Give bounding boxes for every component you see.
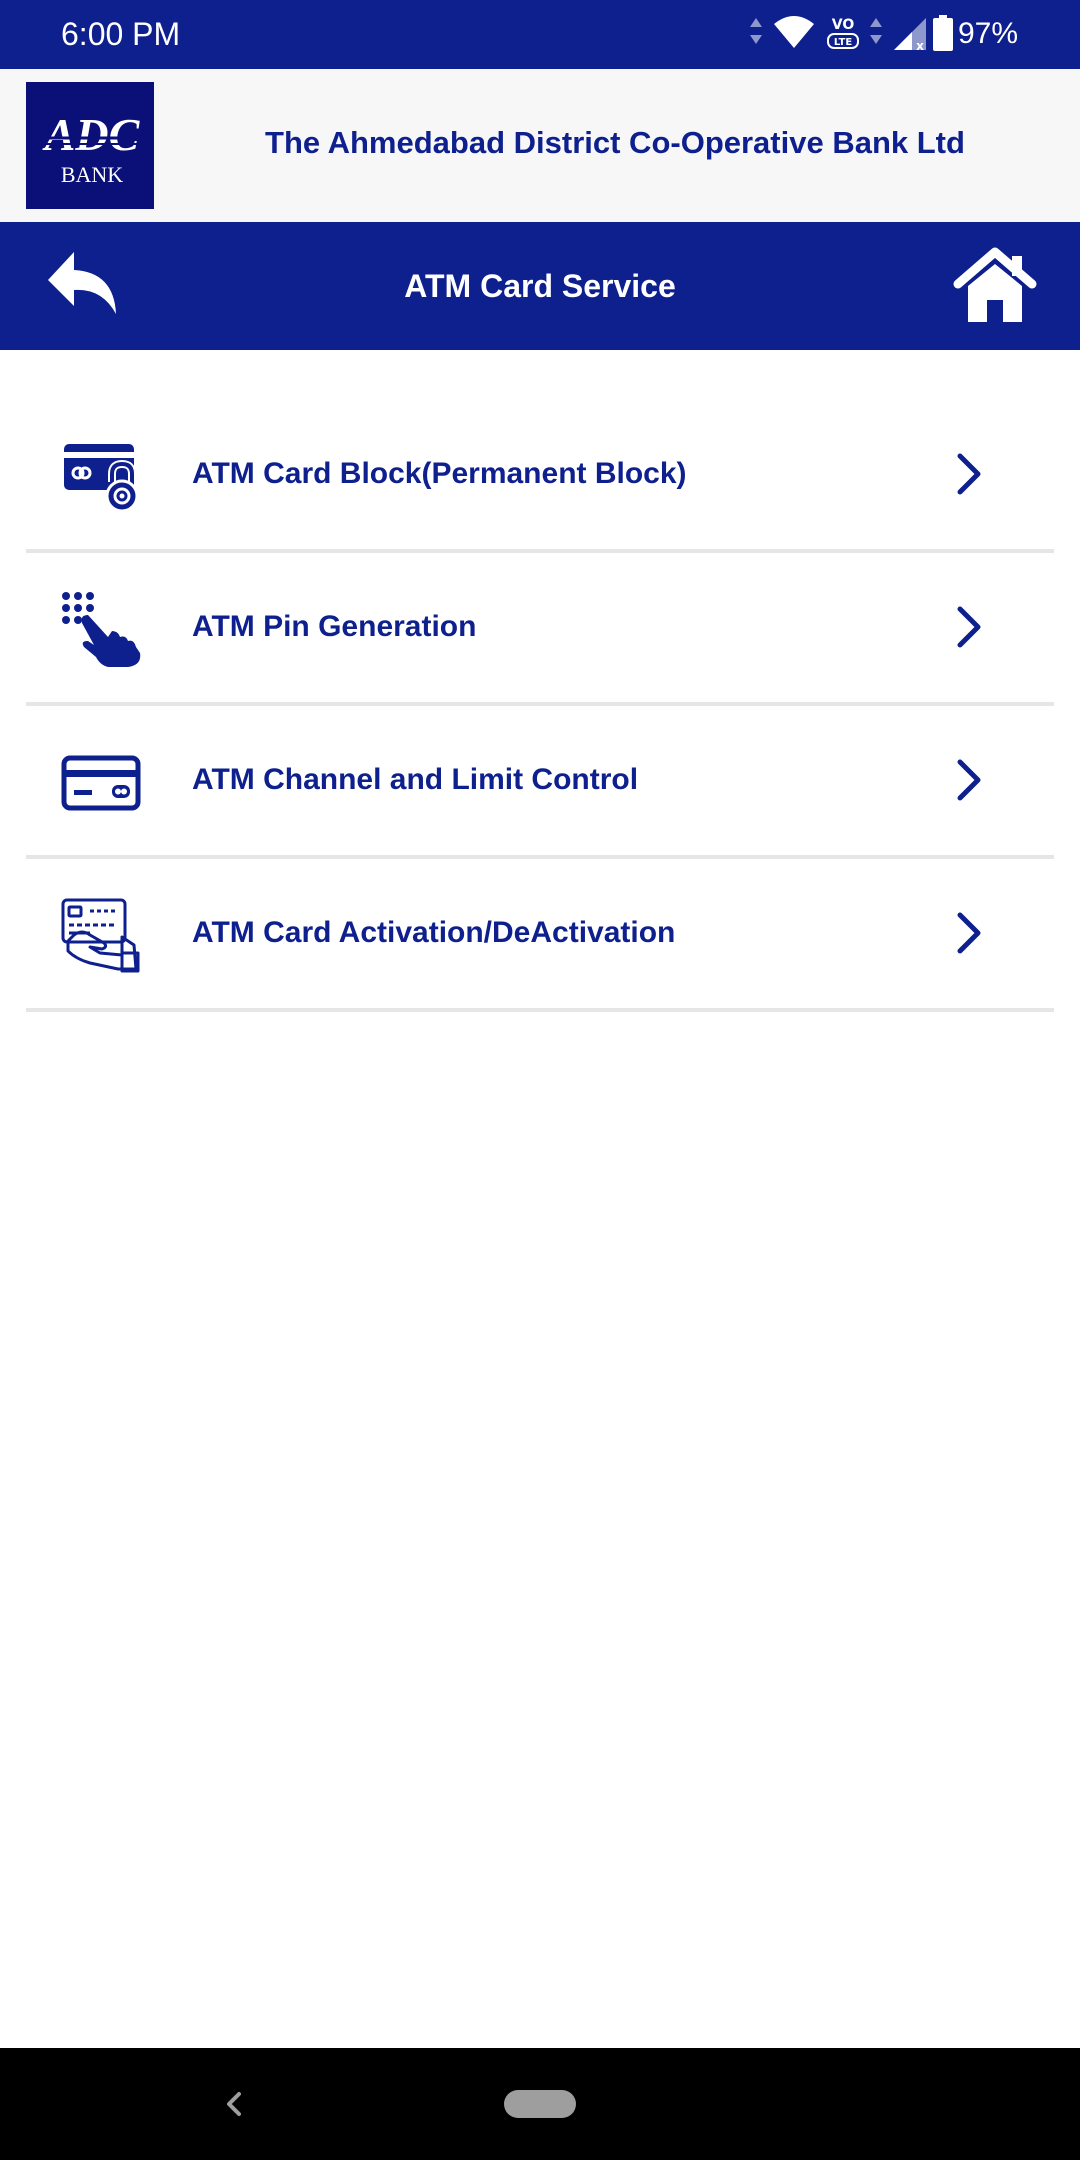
chevron-right-icon — [957, 453, 981, 495]
svg-text:ADC: ADC — [42, 109, 141, 160]
status-time: 6:00 PM — [61, 16, 181, 52]
status-bar: 6:00 PM VO LTE x 97% — [0, 0, 1080, 69]
menu-item-pin-generation[interactable]: ATM Pin Generation — [0, 553, 1080, 706]
bank-header: ADC BANK The Ahmedabad District Co-Opera… — [0, 69, 1080, 222]
divider — [26, 1008, 1054, 1012]
chevron-right-icon — [957, 606, 981, 648]
menu-item-channel-limit[interactable]: ATM Channel and Limit Control — [0, 706, 1080, 859]
svg-text:LTE: LTE — [834, 37, 853, 48]
battery-percent: 97% — [957, 17, 1018, 50]
bank-name: The Ahmedabad District Co-Operative Bank… — [265, 125, 965, 160]
credit-card-icon — [61, 755, 141, 811]
screen: 6:00 PM VO LTE x 97% ADC BANK The Ahmeda… — [0, 0, 1080, 2160]
menu-item-label: ATM Channel and Limit Control — [192, 763, 639, 796]
hand-card-icon — [61, 898, 140, 973]
menu-item-label: ATM Card Activation/DeActivation — [192, 916, 676, 949]
home-icon — [953, 247, 1037, 322]
svg-text:x: x — [916, 39, 924, 52]
status-icons: VO LTE x 97% — [720, 0, 1080, 69]
home-button[interactable] — [950, 244, 1040, 328]
data-arrows-icon — [750, 18, 762, 44]
svg-text:BANK: BANK — [61, 162, 123, 187]
chevron-right-icon — [957, 912, 981, 954]
svg-text:VO: VO — [832, 17, 855, 33]
menu-item-label: ATM Card Block(Permanent Block) — [192, 457, 687, 490]
chevron-right-icon — [957, 759, 981, 801]
reply-arrow-icon — [48, 252, 116, 314]
nav-back-icon[interactable] — [215, 2084, 255, 2124]
menu-list: ATM Card Block(Permanent Block) ATM Pin … — [0, 400, 1080, 1012]
bank-logo: ADC BANK — [26, 82, 154, 209]
signal-icon: x — [894, 18, 926, 52]
wifi-icon — [774, 16, 814, 48]
card-lock-icon — [64, 444, 139, 513]
menu-item-activation[interactable]: ATM Card Activation/DeActivation — [0, 859, 1080, 1012]
keypad-touch-icon — [62, 592, 141, 667]
volte-icon: VO LTE — [827, 17, 859, 49]
back-button[interactable] — [40, 244, 130, 328]
page-title: ATM Card Service — [404, 268, 676, 304]
nav-home-pill[interactable] — [504, 2090, 576, 2118]
menu-item-card-block[interactable]: ATM Card Block(Permanent Block) — [0, 400, 1080, 553]
menu-item-label: ATM Pin Generation — [192, 610, 477, 643]
title-bar: ATM Card Service — [0, 222, 1080, 350]
battery-icon — [933, 15, 953, 51]
navigation-bar — [0, 2048, 1080, 2160]
data-arrows-icon — [870, 18, 882, 44]
